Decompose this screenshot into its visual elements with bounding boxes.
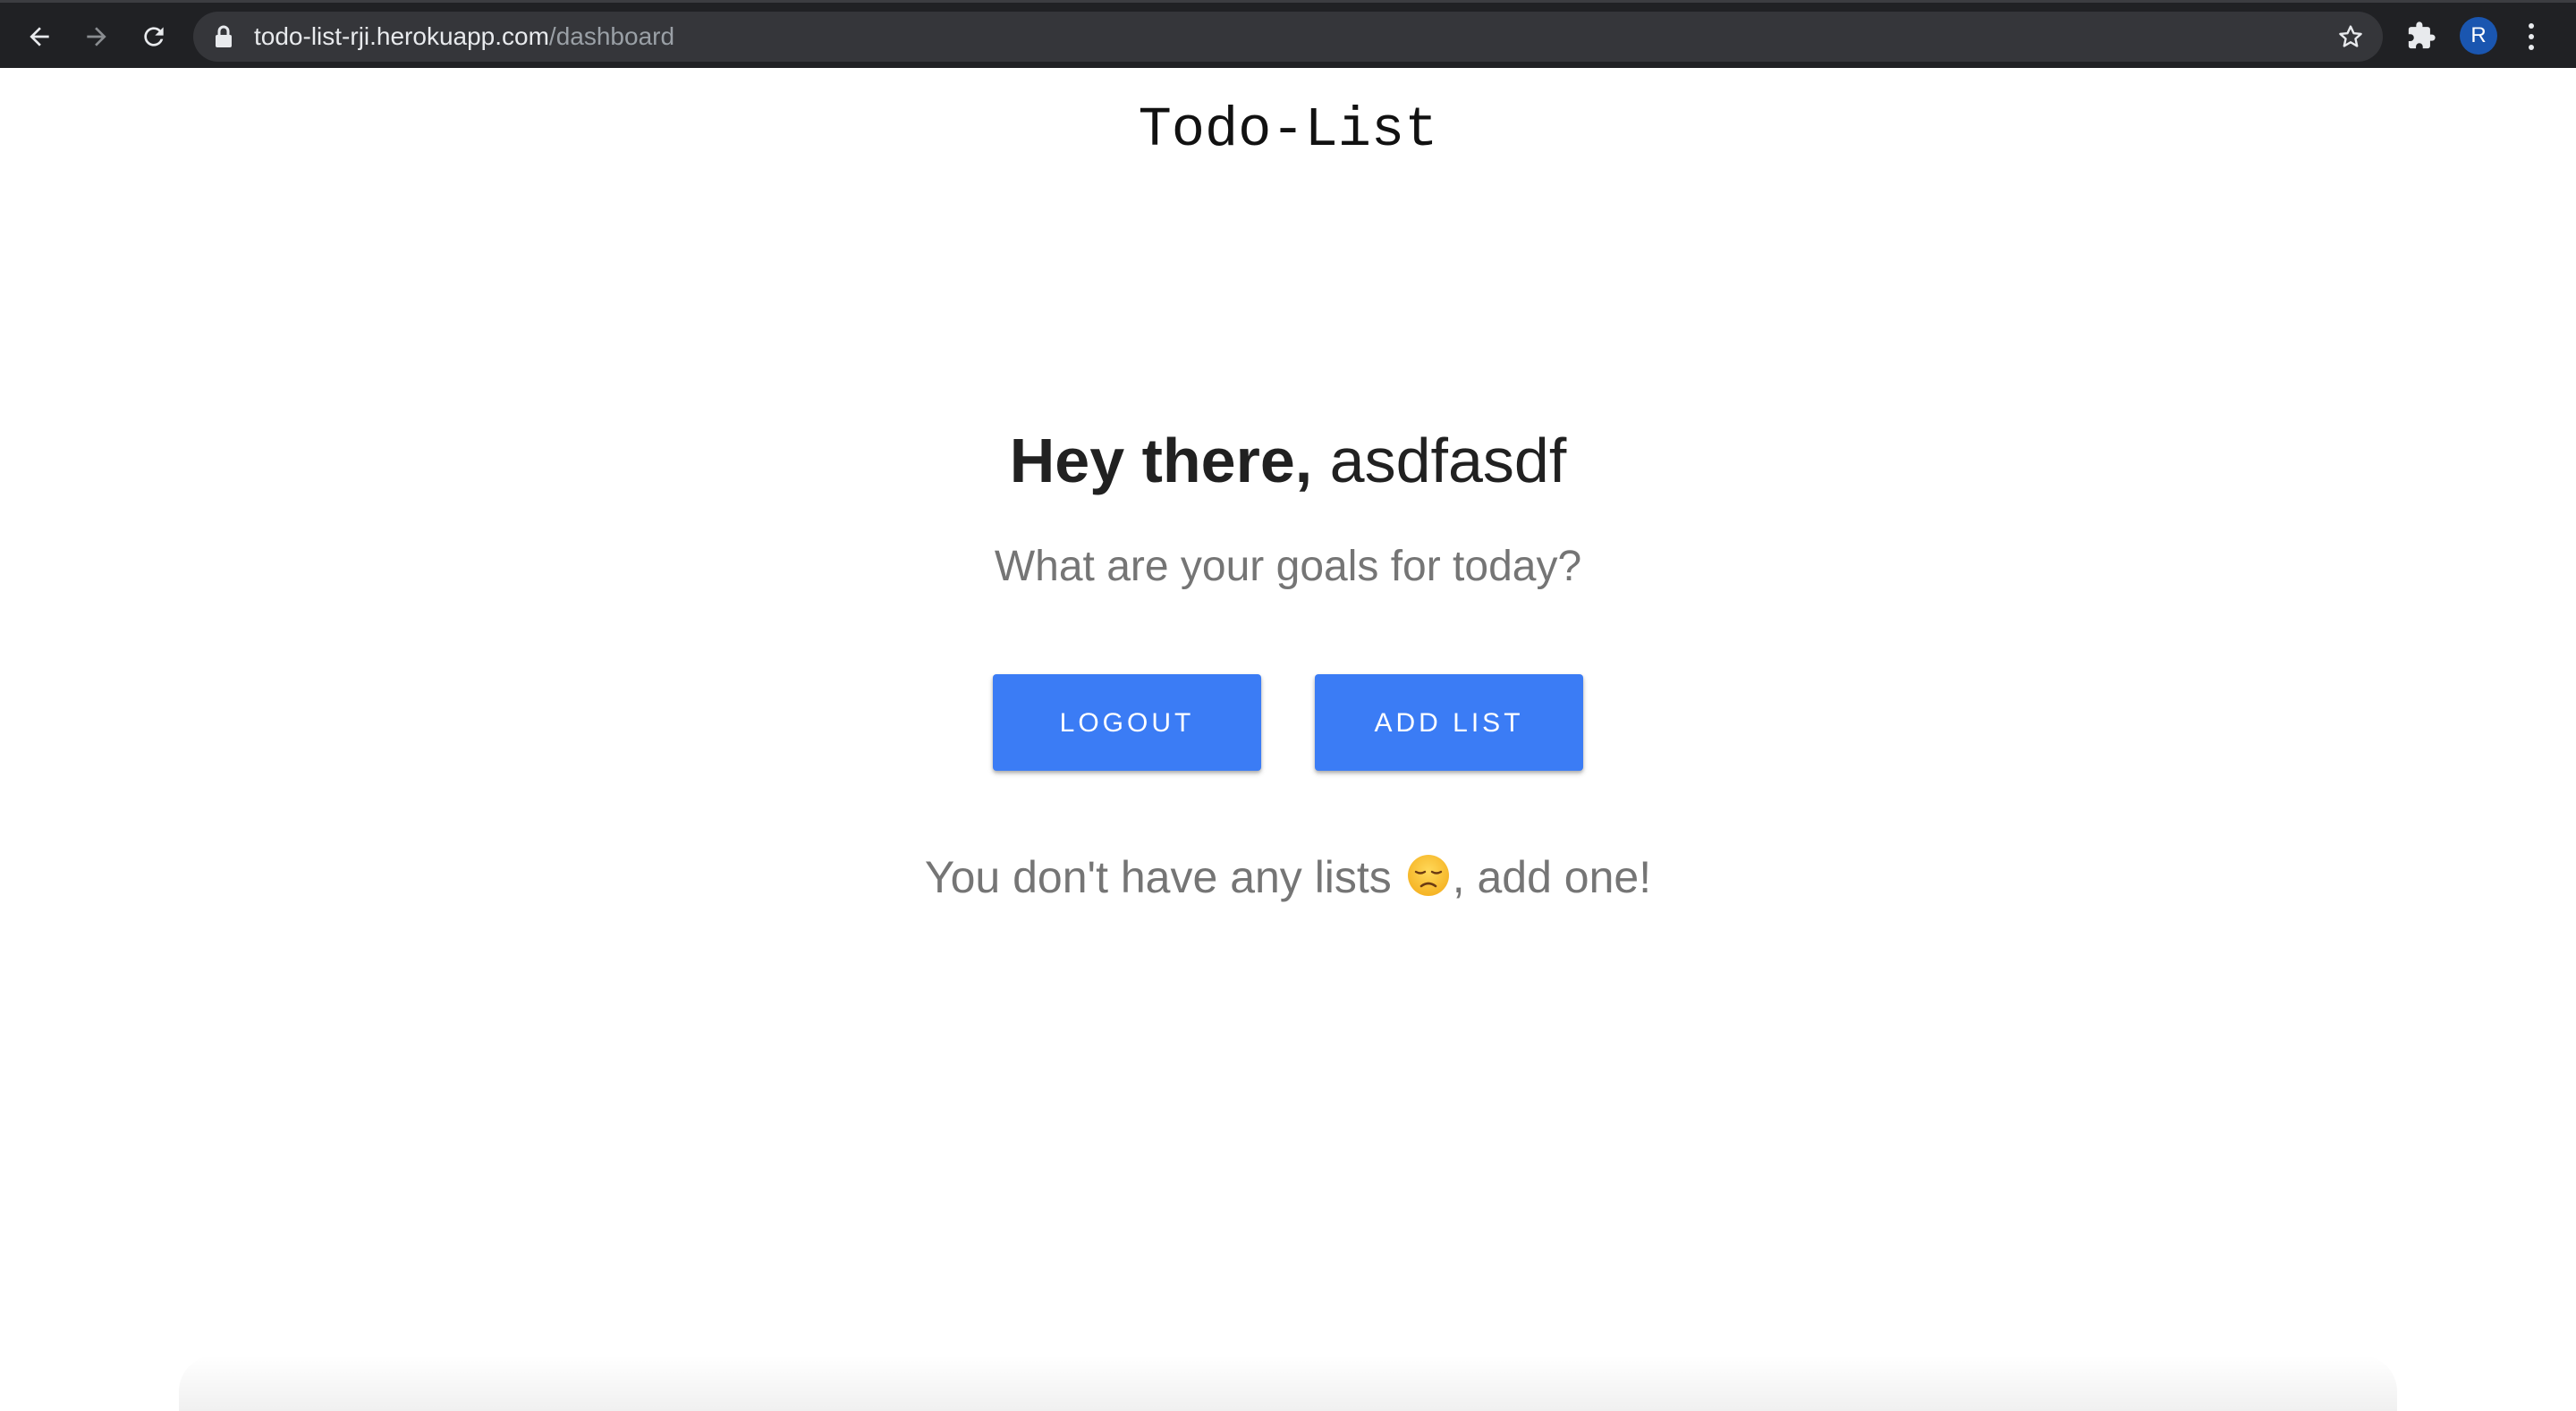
greeting-prefix: Hey there, [1009,426,1313,495]
address-bar[interactable]: todo-list-rji.herokuapp.com/dashboard [193,12,2383,62]
profile-avatar[interactable]: R [2460,17,2497,55]
empty-message-start: You don't have any lists [924,852,1404,902]
extensions-icon[interactable] [2406,21,2436,51]
app-title[interactable]: Todo-List [0,95,2576,166]
reload-button[interactable] [132,15,175,58]
reload-icon [144,27,164,46]
browser-toolbar: todo-list-rji.herokuapp.com/dashboard R [0,0,2576,68]
goals-subtitle: What are your goals for today? [994,543,1582,590]
footer-shadow [179,1356,2397,1411]
disappointed-face-emoji [1407,855,1449,896]
forward-arrow-icon [87,27,106,46]
forward-button[interactable] [75,15,118,58]
url-text[interactable]: todo-list-rji.herokuapp.com/dashboard [254,12,674,62]
logout-button[interactable]: LOGOUT [993,674,1261,771]
lock-icon[interactable] [213,24,234,49]
username: asdfasdf [1329,426,1567,495]
url-path: /dashboard [548,22,675,50]
greeting-heading: Hey there, asdfasdf [0,420,2576,501]
add-list-button[interactable]: ADD LIST [1315,674,1583,771]
back-arrow-icon [30,27,49,46]
empty-message-end: , add one! [1452,852,1652,902]
page-content: Todo-List Hey there, asdfasdf What are y… [0,68,2576,1411]
empty-lists-message: You don't have any lists , add one! [0,846,2576,908]
star-icon[interactable] [2336,22,2365,51]
menu-dots-icon[interactable] [2524,19,2538,55]
back-button[interactable] [18,15,61,58]
url-host: todo-list-rji.herokuapp.com [254,22,549,50]
